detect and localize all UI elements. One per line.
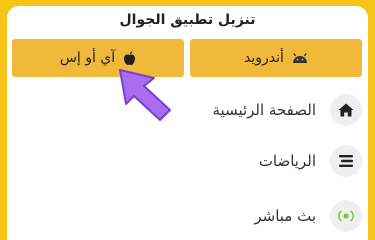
menu-item-label: الرياضات: [258, 152, 316, 170]
home-icon: [330, 94, 362, 126]
download-app-panel: تنزيل تطبيق الجوال أندرويد آي أو إس الصف…: [7, 6, 368, 240]
menu-item-sports[interactable]: الرياضات: [259, 145, 362, 177]
menu-item-label: الصفحة الرئيسية: [212, 101, 317, 119]
panel-title: تنزيل تطبيق الجوال: [119, 12, 256, 28]
android-icon: [292, 52, 308, 64]
menu-item-home[interactable]: الصفحة الرئيسية: [212, 94, 362, 126]
menu-bars-icon: [330, 145, 362, 177]
menu-item-live[interactable]: بث مباشر: [254, 200, 362, 232]
live-dot-icon: [330, 200, 362, 232]
pointer-arrow-icon: [114, 64, 178, 132]
android-download-button[interactable]: أندرويد: [190, 39, 362, 77]
android-label: أندرويد: [244, 50, 284, 66]
ios-label: آي أو إس: [59, 50, 116, 66]
menu-item-label: بث مباشر: [254, 207, 316, 225]
